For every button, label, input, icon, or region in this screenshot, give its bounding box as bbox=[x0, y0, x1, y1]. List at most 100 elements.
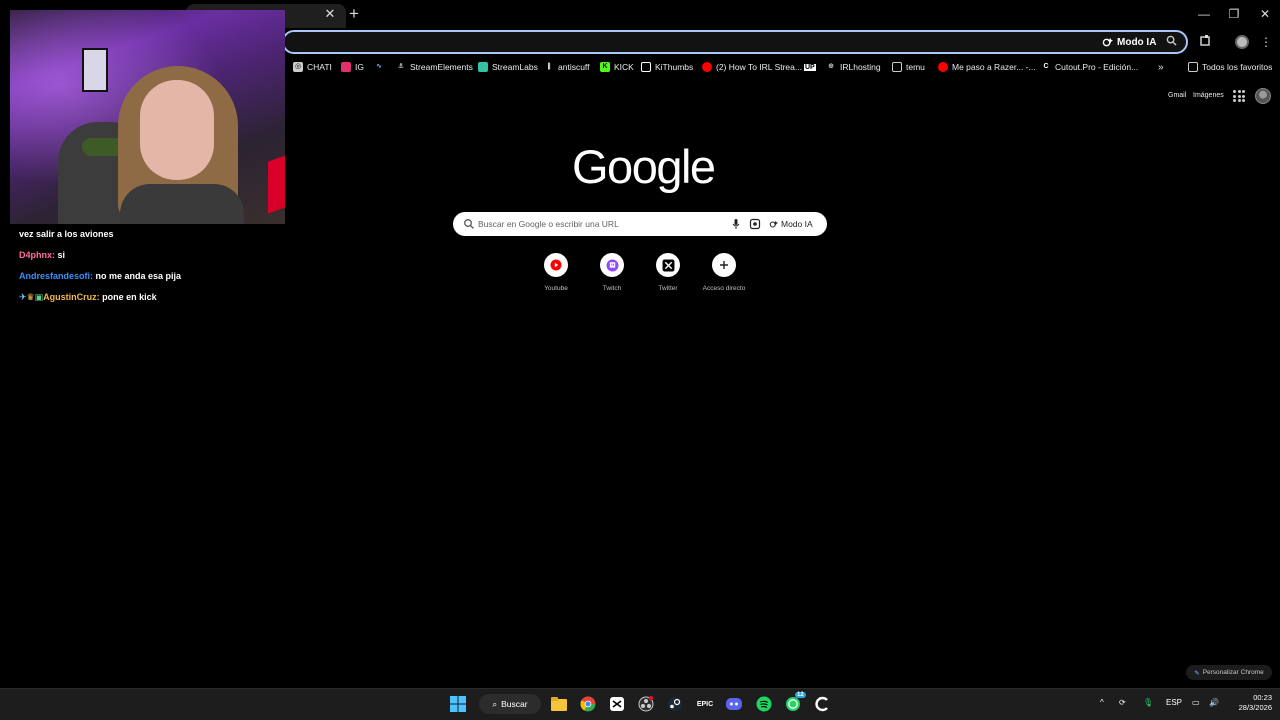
chat-username: Andresfandesofi: bbox=[19, 271, 94, 281]
lens-search-icon[interactable] bbox=[1166, 35, 1177, 49]
youtube-icon bbox=[938, 62, 948, 72]
cutout-icon: C bbox=[1043, 63, 1049, 70]
tray-chevron-icon[interactable]: ^ bbox=[1100, 698, 1104, 707]
chat-badges: ✈ bbox=[19, 292, 27, 302]
streamer-face bbox=[140, 80, 214, 180]
chrome-icon[interactable] bbox=[578, 694, 598, 714]
shortcut-youtube[interactable]: Youtube bbox=[528, 253, 584, 297]
obs-icon[interactable] bbox=[636, 694, 656, 714]
language-indicator[interactable]: ESP bbox=[1166, 698, 1182, 707]
bookmark-item[interactable]: ∿ bbox=[374, 60, 388, 74]
search-box[interactable]: Buscar en Google o escribir una URL Modo… bbox=[453, 212, 827, 236]
anchor-icon: ⚓ bbox=[397, 63, 405, 70]
plus-icon bbox=[712, 253, 736, 277]
steam-icon[interactable] bbox=[665, 694, 685, 714]
new-tab-icon[interactable]: + bbox=[345, 5, 363, 23]
bookmark-item[interactable]: (2) How To IRL Strea... bbox=[702, 60, 802, 74]
restore-icon[interactable]: ❐ bbox=[1224, 6, 1244, 22]
youtube-icon bbox=[544, 253, 568, 277]
chat-message: Andresfandesofi: no me anda esa pija bbox=[19, 270, 281, 282]
shortcut-twitch[interactable]: Twitch bbox=[584, 253, 640, 297]
youtube-icon bbox=[702, 62, 712, 72]
personalize-chrome-button[interactable]: ✎ Personalizar Chrome bbox=[1186, 665, 1272, 680]
sync-icon[interactable]: ⟳ bbox=[1119, 698, 1126, 707]
close-tab-icon[interactable]: ✕ bbox=[322, 6, 338, 22]
google-logo: Google bbox=[572, 140, 716, 193]
extensions-icon[interactable] bbox=[1198, 34, 1214, 50]
chart-icon: ∿ bbox=[376, 63, 382, 70]
close-window-icon[interactable]: ✕ bbox=[1255, 6, 1275, 22]
bookmark-item[interactable]: C Cutout.Pro - Edición... bbox=[1041, 60, 1138, 74]
all-favorites[interactable]: Todos los favoritos bbox=[1188, 60, 1272, 74]
shortcut-twitter[interactable]: Twitter bbox=[640, 253, 696, 297]
modo-ia-label: Modo IA bbox=[1117, 36, 1157, 48]
x-icon bbox=[656, 253, 680, 277]
webcam-overlay bbox=[10, 10, 285, 224]
search-input[interactable]: Buscar en Google o escribir una URL bbox=[478, 219, 619, 229]
whatsapp-icon[interactable]: 12 bbox=[783, 692, 806, 714]
folder-icon bbox=[1188, 62, 1198, 72]
bookmark-item[interactable]: ⚓ StreamElements bbox=[396, 60, 473, 74]
network-icon[interactable]: ▭ bbox=[1192, 698, 1200, 707]
account-avatar[interactable] bbox=[1255, 88, 1271, 104]
bookmark-item[interactable]: K KICK bbox=[600, 60, 634, 74]
chat-text: pone en kick bbox=[102, 292, 157, 302]
file-explorer-icon[interactable] bbox=[549, 694, 569, 714]
wall-picture bbox=[82, 48, 108, 92]
shortcut-add[interactable]: Acceso directo bbox=[696, 253, 752, 297]
volume-icon[interactable]: 🔊 bbox=[1209, 698, 1219, 707]
streamlabs-icon bbox=[478, 62, 488, 72]
antiscuff-icon: ∥ bbox=[547, 63, 551, 70]
chat-username: AgustinCruz: bbox=[43, 292, 100, 302]
chat-message: vez salir a los aviones bbox=[19, 229, 114, 239]
whatsapp-badge: 12 bbox=[795, 692, 806, 698]
taskbar-search[interactable]: ⌕ Buscar bbox=[479, 694, 541, 714]
lens-camera-icon[interactable] bbox=[749, 218, 761, 230]
capcut-icon[interactable] bbox=[607, 694, 627, 714]
search-icon bbox=[464, 219, 474, 229]
kick-icon: K bbox=[600, 62, 610, 72]
system-clock[interactable]: 00:23 28/3/2026 bbox=[1228, 693, 1272, 713]
folder-icon bbox=[892, 62, 902, 72]
chat-icon: ◎ bbox=[293, 62, 303, 72]
badge-icon: ▣ bbox=[34, 292, 44, 302]
ai-mode-button[interactable]: Modo IA bbox=[769, 216, 813, 232]
more-bookmarks-icon[interactable]: » bbox=[1158, 60, 1164, 74]
ai-spark-icon bbox=[1102, 37, 1113, 46]
bookmark-item[interactable]: Me paso a Razer... -... bbox=[938, 60, 1036, 74]
chat-text: no me anda esa pija bbox=[95, 271, 182, 281]
bookmark-item[interactable]: StreamLabs bbox=[478, 60, 538, 74]
address-bar[interactable] bbox=[282, 30, 1188, 54]
bookmark-item[interactable]: ∥ antiscuff bbox=[544, 60, 589, 74]
instagram-icon bbox=[341, 62, 351, 72]
bookmark-item[interactable]: UP bbox=[804, 60, 816, 74]
images-link[interactable]: Imágenes bbox=[1193, 92, 1224, 99]
windows-start-icon[interactable] bbox=[448, 694, 468, 714]
modo-ia-button[interactable]: Modo IA bbox=[1102, 34, 1156, 50]
epic-games-icon[interactable]: EPIC bbox=[695, 694, 715, 714]
profile-avatar[interactable] bbox=[1235, 35, 1249, 49]
microphone-tray-icon[interactable]: 🎙 bbox=[1143, 698, 1153, 707]
bookmark-item[interactable]: ⊕ IRLhosting bbox=[826, 60, 881, 74]
menu-kebab-icon[interactable]: ⋮ bbox=[1258, 34, 1274, 50]
twitch-icon bbox=[600, 253, 624, 277]
search-icon: ⌕ bbox=[492, 698, 498, 709]
bookmark-item[interactable]: ◎ CHATI bbox=[293, 60, 332, 74]
ccleaner-icon[interactable] bbox=[812, 694, 832, 714]
google-apps-icon[interactable] bbox=[1233, 90, 1245, 102]
kithumbs-icon bbox=[641, 62, 651, 72]
ai-spark-icon bbox=[769, 220, 778, 227]
chat-text: si bbox=[57, 250, 66, 260]
discord-icon[interactable] bbox=[724, 694, 744, 714]
chat-username: D4phnx: bbox=[19, 250, 55, 260]
pencil-icon: ✎ bbox=[1194, 669, 1200, 677]
bookmark-item[interactable]: KiThumbs bbox=[641, 60, 693, 74]
bookmark-item[interactable]: temu bbox=[892, 60, 925, 74]
gmail-link[interactable]: Gmail bbox=[1168, 92, 1186, 99]
minimize-icon[interactable]: — bbox=[1194, 6, 1214, 22]
bookmark-item[interactable]: IG bbox=[341, 60, 364, 74]
microphone-icon[interactable] bbox=[730, 218, 742, 230]
chat-message: ✈♛▣AgustinCruz: pone en kick bbox=[19, 291, 281, 303]
crown-icon: ♛ bbox=[26, 292, 35, 302]
spotify-icon[interactable] bbox=[754, 694, 774, 714]
